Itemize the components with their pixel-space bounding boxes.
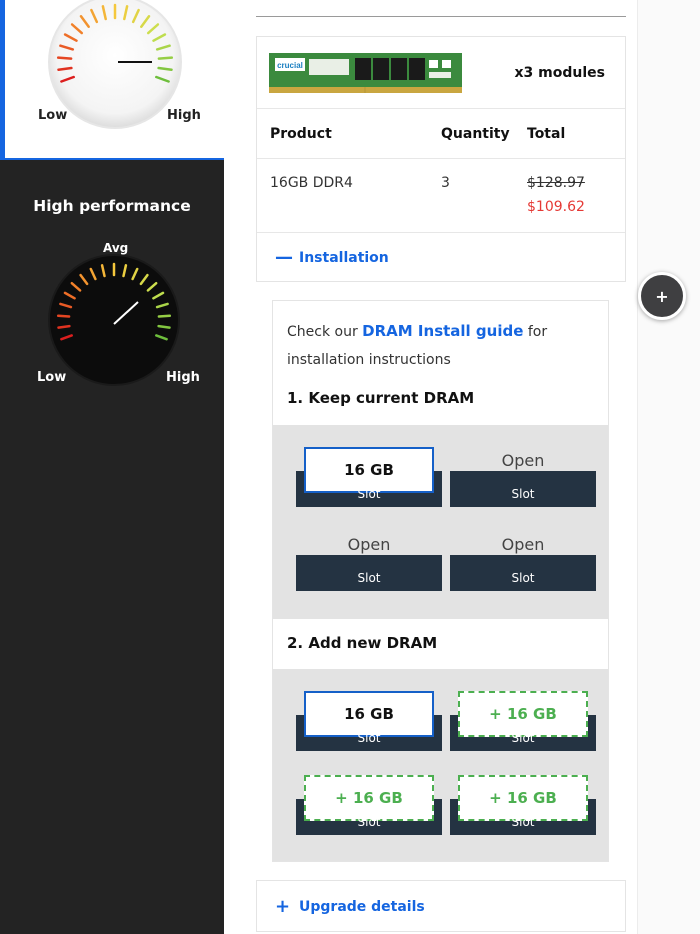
divider — [637, 0, 638, 934]
open-slot-label: Open — [347, 535, 391, 554]
gauge-low-label: Low — [38, 108, 68, 123]
gauge-tick — [57, 66, 73, 71]
upgrade-details-toggle[interactable]: + Upgrade details — [275, 898, 425, 916]
keep-current-dram-title: 1. Keep current DRAM — [287, 389, 475, 407]
order-summary-card: crucial x3 modules Product Quantity Tota… — [256, 36, 626, 282]
slot-label: Slot — [511, 815, 535, 829]
memory-slot: 16 GB Slot — [296, 447, 442, 507]
header-quantity: Quantity — [441, 126, 510, 142]
slot-label: Slot — [511, 487, 535, 501]
slot-label: Slot — [511, 731, 535, 745]
slot-label: Slot — [357, 815, 381, 829]
installation-panel: Check our DRAM Install guide for install… — [272, 300, 609, 862]
minus-icon: — — [275, 247, 293, 268]
slot-label: Slot — [357, 731, 381, 745]
memory-slot: + 16 GB Slot — [450, 775, 596, 835]
memory-slot: Open Slot — [450, 531, 596, 591]
current-slot-grid: 16 GB Slot Open Slot Open Slot Open Slot — [273, 425, 608, 619]
plus-icon: + — [275, 896, 291, 917]
original-price: $128.97 — [527, 175, 585, 191]
expand-button[interactable]: + — [638, 272, 686, 320]
gauge-low-label: Low — [37, 370, 67, 385]
gauge-high-label: High — [167, 108, 201, 123]
open-slot-label: Open — [501, 535, 545, 554]
install-text-before: Check our — [287, 324, 363, 340]
right-panel — [637, 0, 700, 934]
ram-brand-text: crucial — [277, 61, 303, 70]
product-image-row: crucial x3 modules — [257, 37, 625, 109]
memory-slot: + 16 GB Slot — [450, 691, 596, 751]
gauge-tick — [56, 56, 73, 60]
order-table-row: 16GB DDR4 3 $128.97 $109.62 — [257, 159, 625, 233]
ram-module-image: crucial — [269, 53, 462, 93]
product-quantity: 3 — [441, 175, 450, 191]
gauge-tick — [157, 324, 171, 329]
memory-slot: Open Slot — [450, 447, 596, 507]
install-instructions: Check our DRAM Install guide for install… — [287, 317, 592, 374]
white-gauge-dial — [48, 0, 182, 129]
performance-gauge: Avg Low High — [0, 230, 224, 410]
divider — [256, 16, 626, 17]
slot-label: Slot — [357, 571, 381, 585]
memory-slot: Open Slot — [296, 531, 442, 591]
gauge-tick — [157, 56, 174, 60]
system-gauge-card: Low High — [0, 0, 224, 160]
dram-install-guide-link[interactable]: DRAM Install guide — [362, 322, 523, 340]
left-panel: Low High High performance Avg Low High — [0, 0, 224, 934]
upgrade-details-label: Upgrade details — [299, 899, 425, 915]
sale-price: $109.62 — [527, 199, 585, 215]
installation-toggle[interactable]: — Installation — [275, 249, 389, 267]
gauge-tick — [157, 66, 173, 71]
add-new-dram-title: 2. Add new DRAM — [287, 634, 438, 652]
installation-toggle-label: Installation — [299, 250, 389, 266]
slot-label: Slot — [511, 571, 535, 585]
memory-slot: + 16 GB Slot — [296, 775, 442, 835]
order-table-header: Product Quantity Total — [257, 109, 625, 159]
header-product: Product — [270, 126, 332, 142]
plus-icon: + — [655, 286, 669, 306]
gauge-high-label: High — [166, 370, 200, 385]
gauge-tick — [57, 324, 71, 329]
open-slot-label: Open — [501, 451, 545, 470]
gauge-tick — [157, 314, 172, 318]
performance-title: High performance — [33, 197, 191, 215]
slot-label: Slot — [357, 487, 381, 501]
gauge-avg-label: Avg — [103, 241, 129, 255]
header-total: Total — [527, 126, 566, 142]
upgrade-details-card: + Upgrade details — [256, 880, 626, 932]
product-name: 16GB DDR4 — [270, 175, 353, 191]
gauge-tick — [56, 314, 71, 318]
new-slot-grid: 16 GB Slot + 16 GB Slot + 16 GB Slot + 1… — [273, 669, 608, 861]
memory-slot: 16 GB Slot — [296, 691, 442, 751]
module-count: x3 modules — [514, 65, 605, 81]
